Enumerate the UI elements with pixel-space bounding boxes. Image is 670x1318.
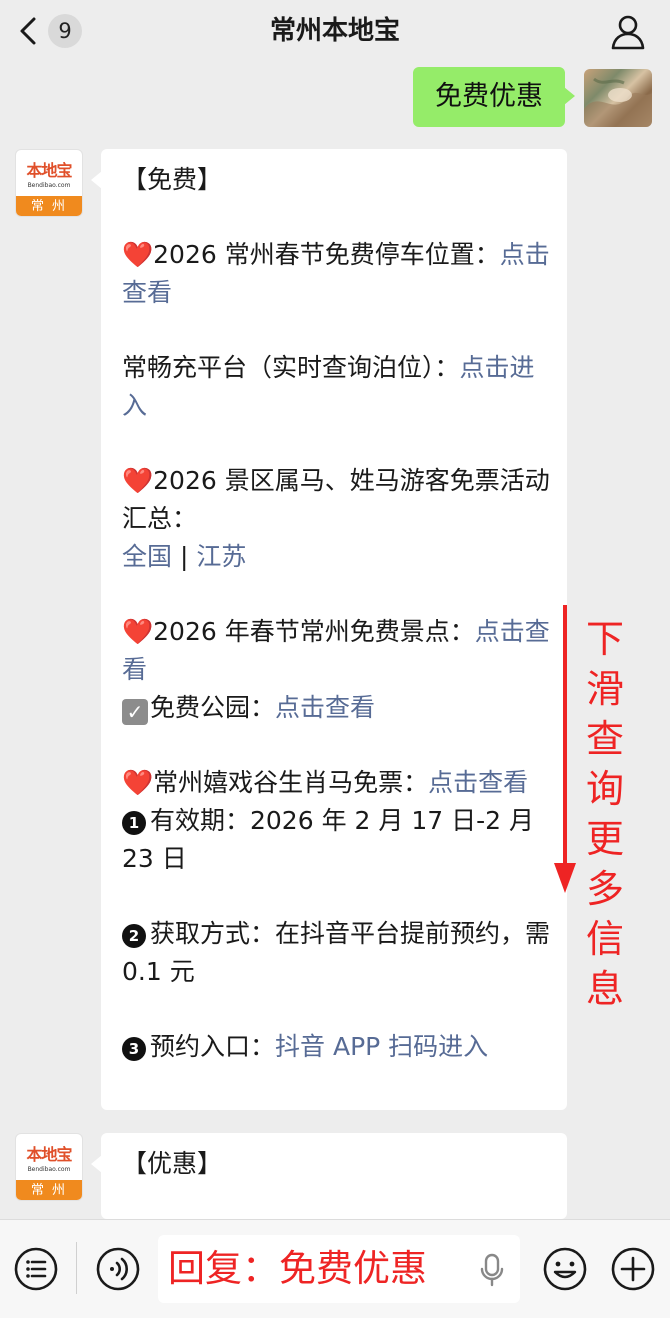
profile-icon[interactable] bbox=[608, 12, 648, 52]
bot-logo-sub: Bendibao.com bbox=[27, 1166, 71, 1173]
number-badge: 2 bbox=[122, 924, 146, 948]
link-douyin[interactable]: 抖音 APP 扫码进入 bbox=[275, 1032, 488, 1061]
incoming-message-bubble: 【免费】 ❤️2026 常州春节免费停车位置：点击查看 常畅充平台（实时查询泊位… bbox=[91, 149, 567, 1110]
incoming-message-bubble: 【优惠】 bbox=[91, 1133, 567, 1219]
menu-list-icon[interactable] bbox=[13, 1246, 59, 1292]
scroll-hint-text: 下 滑 查 询 更 多 信 息 bbox=[585, 617, 624, 1011]
heart-icon: ❤️ bbox=[122, 617, 154, 646]
section-heading-discount: 【优惠】 bbox=[122, 1149, 223, 1178]
link-nationwide[interactable]: 全国 bbox=[122, 542, 172, 571]
user-avatar[interactable] bbox=[584, 69, 652, 127]
microphone-icon[interactable] bbox=[478, 1253, 506, 1287]
list-item: ❤️2026 景区属马、姓马游客免票活动汇总： 全国 | 江苏 bbox=[122, 466, 550, 571]
heart-icon: ❤️ bbox=[122, 768, 154, 797]
bot-logo-sub: Bendibao.com bbox=[27, 182, 71, 189]
heart-icon: ❤️ bbox=[122, 240, 154, 269]
list-item: ❤️2026 常州春节免费停车位置：点击查看 bbox=[122, 240, 550, 307]
list-item: ❤️2026 年春节常州免费景点：点击查看 bbox=[122, 617, 550, 684]
message-input[interactable]: 回复：免费优惠 bbox=[158, 1235, 520, 1303]
bot-city-label: 常州 bbox=[16, 1180, 82, 1200]
chat-title: 常州本地宝 bbox=[269, 16, 400, 46]
detail-item: 3 预约入口：抖音 APP 扫码进入 bbox=[122, 1028, 551, 1066]
voice-icon[interactable] bbox=[95, 1246, 141, 1292]
detail-item: 1 有效期：2026 年 2 月 17 日-2 月 23 日 bbox=[122, 806, 534, 873]
list-item: ✓ 免费公园：点击查看 bbox=[122, 689, 551, 727]
bot-logo-text: 本地宝 bbox=[26, 1145, 72, 1164]
bot-avatar[interactable]: 本地宝 Bendibao.com 常州 bbox=[15, 1133, 83, 1201]
bot-avatar[interactable]: 本地宝 Bendibao.com 常州 bbox=[15, 149, 83, 217]
scroll-down-arrow-icon bbox=[554, 605, 576, 893]
list-item: 常畅充平台（实时查询泊位）：点击进入 bbox=[122, 353, 535, 420]
link-xixigu[interactable]: 点击查看 bbox=[428, 768, 528, 797]
link-jiangsu[interactable]: 江苏 bbox=[196, 542, 246, 571]
bot-city-label: 常州 bbox=[16, 196, 82, 216]
detail-item: 2 获取方式：在抖音平台提前预约，需 0.1 元 bbox=[122, 919, 551, 986]
divider bbox=[76, 1242, 77, 1294]
chat-header: 9 常州本地宝 bbox=[0, 0, 670, 62]
section-heading-free: 【免费】 bbox=[122, 165, 223, 194]
number-badge: 3 bbox=[122, 1037, 146, 1061]
number-badge: 1 bbox=[122, 811, 146, 835]
message-input-value: 回复：免费优惠 bbox=[168, 1247, 427, 1290]
emoji-icon[interactable] bbox=[542, 1246, 588, 1292]
link-free-parks[interactable]: 点击查看 bbox=[275, 693, 375, 722]
checkbox-icon: ✓ bbox=[122, 699, 148, 725]
bot-logo-text: 本地宝 bbox=[26, 161, 72, 180]
heart-icon: ❤️ bbox=[122, 466, 154, 495]
outgoing-message-bubble[interactable]: 免费优惠 bbox=[413, 67, 575, 127]
plus-icon[interactable] bbox=[610, 1246, 656, 1292]
input-bar: 回复：免费优惠 bbox=[0, 1219, 670, 1318]
list-item: ❤️常州嬉戏谷生肖马免票：点击查看 bbox=[122, 768, 529, 797]
